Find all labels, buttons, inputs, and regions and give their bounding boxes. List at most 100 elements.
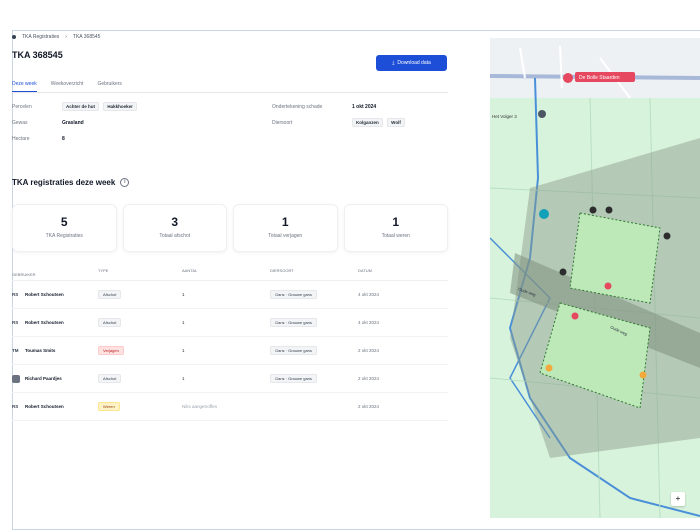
stat-value: 3 — [171, 215, 179, 229]
count-cell: 1 — [182, 292, 185, 297]
type-badge: Weren — [98, 402, 120, 411]
user-initials: RS — [12, 320, 19, 325]
species-badge: Gans · Grauwe gans — [270, 346, 317, 355]
user-initials: RS — [12, 292, 19, 297]
prop-key: Gewas — [12, 120, 28, 126]
breadcrumb-current: TKA 368545 — [72, 34, 101, 40]
table-row[interactable]: TM Toumas Smits Verjagen 1 Gans · Grauwe … — [12, 337, 448, 365]
user-name: Robert Schoutsen — [25, 320, 64, 325]
user-name: Robert Schoutsen — [25, 404, 64, 409]
prop-value: 1 okt 2024 — [352, 104, 377, 110]
water-marker-icon[interactable] — [539, 209, 549, 219]
table-header: GEBRUIKER TYPE AANTAL DIERSOORT DATUM — [12, 268, 448, 281]
stat-value: 1 — [281, 215, 289, 229]
place-marker-icon[interactable] — [538, 110, 546, 118]
prop-key: Ondertekening schade — [272, 104, 323, 110]
count-cell: 1 — [182, 376, 185, 381]
tab-users[interactable]: Gebruikers — [97, 78, 121, 92]
scare-pin-icon[interactable] — [604, 282, 612, 290]
table-row[interactable]: RS Robert Schoutsen Afschot 1 Gans · Grau… — [12, 281, 448, 309]
date-cell: 2 okt 2024 — [358, 376, 380, 381]
species-chip[interactable]: Wolf — [387, 118, 405, 127]
section-title-text: TKA registraties deze week — [12, 178, 116, 187]
registration-pin-icon[interactable] — [589, 206, 597, 214]
zoom-in-button[interactable]: + — [671, 492, 685, 506]
user-initials: TM — [12, 348, 19, 353]
species-badge: Gans · Grauwe gans — [270, 318, 317, 327]
prop-hectare: Hectare 8 — [12, 136, 65, 142]
stat-value: 1 — [392, 215, 400, 229]
download-label: Download data — [397, 60, 431, 66]
tab-this-week[interactable]: Deze week — [12, 78, 37, 92]
prop-gewas: Gewas Grasland — [12, 120, 84, 126]
prop-diersoort: Diersoort Kolganzen Wolf — [272, 118, 408, 127]
deterrent-pin-icon[interactable] — [545, 364, 553, 372]
prop-value: Grasland — [62, 120, 84, 126]
prop-percelen: Percelen Achter de hut Hakkhoeker — [12, 102, 140, 111]
stat-card: 5 TKA Registraties — [12, 204, 117, 252]
type-badge: Afschot — [98, 290, 122, 299]
parcel-chip[interactable]: Hakkhoeker — [103, 102, 137, 111]
street-label: Het Volger 3 — [492, 114, 517, 119]
species-badge: Gans · Grauwe gans — [270, 374, 317, 383]
breadcrumb-root[interactable]: TKA Registraties — [22, 34, 59, 40]
info-icon[interactable]: i — [120, 178, 130, 187]
section-title: TKA registraties deze week i — [12, 178, 130, 187]
stat-card: 1 Totaal verjagen — [233, 204, 338, 252]
poi-marker-icon[interactable] — [563, 73, 573, 83]
header-date[interactable]: DATUM — [358, 268, 448, 280]
prop-key: Hectare — [12, 136, 30, 142]
count-cell: 1 — [182, 320, 185, 325]
table-row[interactable]: RS Robert Schoutsen Afschot 1 Gans · Grau… — [12, 309, 448, 337]
home-icon — [12, 35, 16, 39]
user-name: Richard Paardjes — [25, 376, 62, 381]
prop-ondertekening: Ondertekening schade 1 okt 2024 — [272, 104, 376, 110]
stats-cards: 5 TKA Registraties 3 Totaal afschot 1 To… — [12, 204, 448, 252]
header-type[interactable]: TYPE — [98, 268, 182, 280]
breadcrumb: TKA Registraties › TKA 368545 — [12, 34, 100, 40]
map-canvas[interactable]: De Bolle Staarden Het Volger 3 Oude weg … — [490, 38, 700, 518]
registrations-table: GEBRUIKER TYPE AANTAL DIERSOORT DATUM RS… — [12, 268, 448, 421]
stat-label: Totaal weren — [381, 233, 410, 239]
town-area — [490, 38, 700, 98]
type-badge: Afschot — [98, 374, 122, 383]
download-icon: ⤓ — [392, 60, 395, 66]
user-initials: RS — [12, 404, 19, 409]
parcel-chip[interactable]: Achter de hut — [62, 102, 100, 111]
date-cell: 4 okt 2024 — [358, 320, 380, 325]
date-cell: 4 okt 2024 — [358, 292, 380, 297]
tab-bar: Deze week Weekoverzicht Gebruikers — [12, 78, 448, 93]
header-user[interactable]: GEBRUIKER — [12, 268, 98, 280]
user-name: Toumas Smits — [25, 348, 56, 353]
count-cell: 1 — [182, 348, 185, 353]
avatar — [12, 374, 20, 383]
user-name: Robert Schoutsen — [25, 292, 64, 297]
species-badge: Gans · Grauwe gans — [270, 290, 317, 299]
breadcrumb-separator: › — [65, 34, 67, 40]
registration-pin-icon[interactable] — [663, 232, 671, 240]
count-cell: Niks aangetroffen — [182, 404, 218, 409]
prop-value: 8 — [62, 136, 65, 142]
page-title: TKA 368545 — [12, 50, 63, 60]
registration-pin-icon[interactable] — [559, 268, 567, 276]
header-species[interactable]: DIERSOORT — [270, 268, 358, 280]
registration-pin-icon[interactable] — [605, 206, 613, 214]
tab-week-overview[interactable]: Weekoverzicht — [51, 78, 84, 92]
prop-key: Percelen — [12, 104, 32, 110]
stat-label: Totaal afschot — [159, 233, 191, 239]
header-count[interactable]: AANTAL — [182, 268, 270, 280]
scare-pin-icon[interactable] — [571, 312, 579, 320]
table-row[interactable]: Richard Paardjes Afschot 1 Gans · Grauwe… — [12, 365, 448, 393]
deterrent-pin-icon[interactable] — [639, 371, 647, 379]
type-badge: Afschot — [98, 318, 122, 327]
parcel-north[interactable] — [569, 212, 661, 304]
species-chip[interactable]: Kolganzen — [352, 118, 383, 127]
stat-value: 5 — [60, 215, 68, 229]
poi-label: De Bolle Staarden — [579, 75, 620, 81]
table-row[interactable]: RS Robert Schoutsen Weren Niks aangetroff… — [12, 393, 448, 421]
download-button[interactable]: ⤓ Download data — [376, 55, 447, 71]
stat-card: 3 Totaal afschot — [122, 204, 227, 252]
stat-label: TKA Registraties — [45, 233, 83, 239]
map-panel[interactable]: De Bolle Staarden Het Volger 3 Oude weg … — [490, 38, 700, 518]
stat-card: 1 Totaal weren — [343, 204, 448, 252]
